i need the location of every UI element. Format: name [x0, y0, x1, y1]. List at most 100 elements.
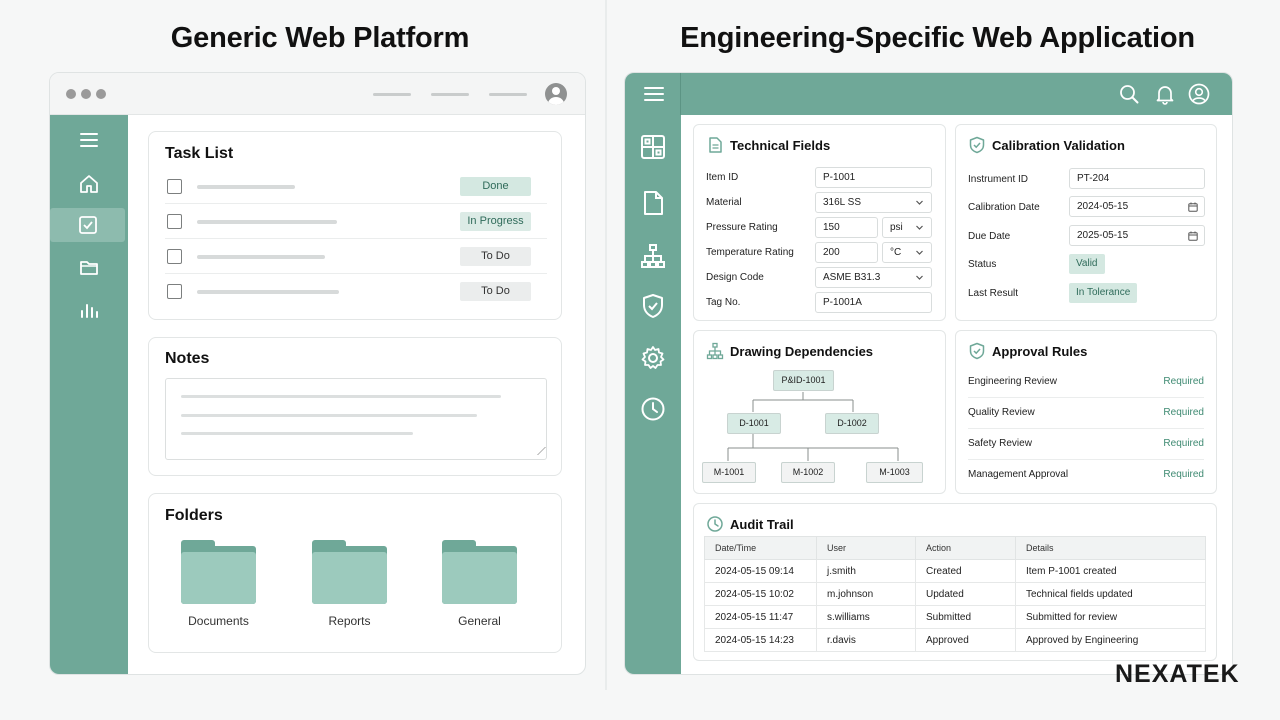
drawing-node-m1002[interactable]: M-1002 — [781, 462, 835, 483]
notes-card: Notes — [148, 337, 562, 476]
audit-trail-title: Audit Trail — [730, 517, 794, 532]
pressure-unit-value: psi — [890, 222, 903, 233]
document-icon[interactable] — [639, 189, 667, 217]
temperature-unit-value: °C — [890, 247, 902, 258]
table-row[interactable]: 2024-05-15 10:02 m.johnson Updated Techn… — [704, 582, 1206, 606]
calendar-icon[interactable] — [1188, 202, 1198, 212]
column-header[interactable]: Details — [1015, 536, 1206, 560]
avatar-icon[interactable] — [545, 83, 567, 105]
folder-reports[interactable]: Reports — [312, 540, 387, 628]
search-icon[interactable] — [1118, 83, 1140, 105]
notes-placeholder-line — [181, 395, 501, 398]
table-cell: Updated — [915, 582, 1016, 606]
status-badge: To Do — [460, 282, 531, 301]
approval-rule-state: Required — [1163, 407, 1204, 418]
task-checkbox[interactable] — [167, 284, 182, 299]
audit-trail-card: Audit Trail Date/Time User Action Detail… — [693, 503, 1217, 661]
pressure-field[interactable]: 150 — [815, 217, 878, 238]
column-header[interactable]: Date/Time — [704, 536, 817, 560]
folder-general[interactable]: General — [442, 540, 517, 628]
approval-rule-name: Engineering Review — [968, 376, 1057, 387]
design-code-select[interactable]: ASME B31.3 — [815, 267, 932, 288]
menu-icon[interactable] — [643, 85, 665, 103]
temperature-field[interactable]: 200 — [815, 242, 878, 263]
bell-icon[interactable] — [1154, 83, 1176, 105]
drawing-node-m1001[interactable]: M-1001 — [702, 462, 756, 483]
task-placeholder-text — [197, 255, 325, 259]
window-dot-3[interactable] — [96, 89, 106, 99]
bar-chart-icon[interactable] — [50, 293, 128, 327]
approval-rule-name: Quality Review — [968, 407, 1035, 418]
approval-rules-card: Approval Rules Engineering Review Requir… — [955, 330, 1217, 494]
task-row[interactable]: Done — [165, 169, 547, 204]
due-date-picker[interactable]: 2025-05-15 — [1069, 225, 1205, 246]
task-list-card: Task List Done In Progress To Do To Do — [148, 131, 562, 320]
nav-placeholder-1[interactable] — [373, 93, 411, 96]
task-checkbox[interactable] — [167, 249, 182, 264]
hierarchy-icon[interactable] — [639, 242, 667, 270]
generic-app-window: Task List Done In Progress To Do To Do N… — [49, 72, 586, 675]
grid-icon[interactable] — [639, 133, 667, 161]
instrument-field[interactable]: PT-204 — [1069, 168, 1205, 189]
tag-field[interactable]: P-1001A — [815, 292, 932, 313]
approval-rule-row: Engineering Review Required — [968, 367, 1204, 398]
home-icon[interactable] — [50, 167, 128, 201]
folder-icon[interactable] — [50, 250, 128, 284]
chevron-down-icon — [916, 200, 923, 205]
drawing-node-root[interactable]: P&ID-1001 — [773, 370, 834, 391]
chevron-down-icon — [916, 275, 923, 280]
drawing-dependencies-card: Drawing Dependencies P&ID-1001 D-1001 D-… — [693, 330, 946, 494]
approval-rule-state: Required — [1163, 469, 1204, 480]
table-cell: j.smith — [816, 559, 916, 583]
approval-rule-row: Management Approval Required — [968, 460, 1204, 491]
table-row[interactable]: 2024-05-15 11:47 s.williams Submitted Su… — [704, 605, 1206, 629]
folder-label: General — [458, 614, 501, 628]
shield-check-icon[interactable] — [639, 292, 667, 320]
drawing-node-m1003[interactable]: M-1003 — [866, 462, 923, 483]
folder-documents[interactable]: Documents — [181, 540, 256, 628]
drawing-node-d1001[interactable]: D-1001 — [727, 413, 781, 434]
task-row[interactable]: In Progress — [165, 204, 547, 239]
table-cell: Submitted for review — [1015, 605, 1206, 629]
column-header[interactable]: User — [816, 536, 916, 560]
shield-check-icon — [969, 342, 985, 360]
task-list-title: Task List — [165, 145, 234, 162]
calendar-icon[interactable] — [1188, 231, 1198, 241]
gear-icon[interactable] — [639, 344, 667, 372]
generic-heading: Generic Web Platform — [170, 22, 470, 54]
table-header-row: Date/Time User Action Details — [704, 536, 1206, 560]
calibration-title: Calibration Validation — [992, 138, 1125, 153]
clock-icon[interactable] — [639, 395, 667, 423]
nav-placeholder-3[interactable] — [489, 93, 527, 96]
pressure-unit-select[interactable]: psi — [882, 217, 932, 238]
notes-placeholder-line — [181, 432, 413, 435]
column-header[interactable]: Action — [915, 536, 1016, 560]
menu-icon[interactable] — [50, 123, 128, 157]
tasks-checkbox-icon[interactable] — [50, 208, 125, 242]
task-checkbox[interactable] — [167, 179, 182, 194]
notes-textarea[interactable] — [165, 378, 547, 460]
material-select[interactable]: 316L SS — [815, 192, 932, 213]
window-dot-1[interactable] — [66, 89, 76, 99]
drawing-node-d1002[interactable]: D-1002 — [825, 413, 879, 434]
table-cell: Technical fields updated — [1015, 582, 1206, 606]
engineering-top-bar — [625, 73, 1232, 115]
table-cell: s.williams — [816, 605, 916, 629]
temperature-unit-select[interactable]: °C — [882, 242, 932, 263]
table-row[interactable]: 2024-05-15 14:23 r.davis Approved Approv… — [704, 628, 1206, 652]
user-icon[interactable] — [1188, 83, 1210, 105]
task-row[interactable]: To Do — [165, 239, 547, 274]
task-checkbox[interactable] — [167, 214, 182, 229]
status-badge: Done — [460, 177, 531, 196]
document-icon — [709, 137, 722, 153]
table-cell: 2024-05-15 09:14 — [704, 559, 817, 583]
cal-date-picker[interactable]: 2024-05-15 — [1069, 196, 1205, 217]
engineering-app-window: Technical Fields Item ID P-1001 Material… — [624, 72, 1233, 675]
resize-handle-icon[interactable] — [530, 447, 546, 455]
task-row[interactable]: To Do — [165, 274, 547, 309]
window-dot-2[interactable] — [81, 89, 91, 99]
item-id-field[interactable]: P-1001 — [815, 167, 932, 188]
nav-placeholder-2[interactable] — [431, 93, 469, 96]
table-row[interactable]: 2024-05-15 09:14 j.smith Created Item P-… — [704, 559, 1206, 583]
approval-rule-name: Management Approval — [968, 469, 1069, 480]
